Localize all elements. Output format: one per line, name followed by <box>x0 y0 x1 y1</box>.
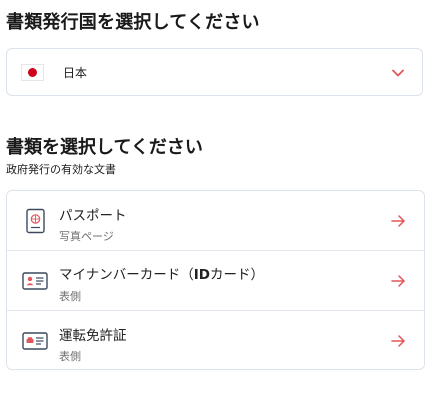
document-option-subtitle: 表側 <box>59 350 81 363</box>
issuing-country-heading: 書類発行国を選択してください <box>6 12 260 33</box>
arrow-right-icon <box>391 335 405 347</box>
document-type-heading: 書類を選択してください <box>6 137 203 158</box>
document-option-passport[interactable]: パスポート 写真ページ <box>7 191 424 251</box>
document-option-my-number-card[interactable]: マイナンバーカード（IDカード） 表側 <box>7 250 424 310</box>
document-option-label: パスポート <box>59 208 127 224</box>
document-option-subtitle: 表側 <box>59 290 81 303</box>
document-type-subheading: 政府発行の有効な文書 <box>6 163 116 176</box>
arrow-right-icon <box>391 215 405 227</box>
chevron-down-icon[interactable] <box>391 66 405 80</box>
country-select[interactable]: 日本 <box>6 48 423 96</box>
selected-country: 日本 <box>63 65 88 80</box>
document-list: パスポート 写真ページ マイナンバーカード（IDカード） 表側 運転免許証 表側 <box>6 190 425 370</box>
japan-flag-icon <box>21 63 44 81</box>
passport-icon <box>26 208 45 234</box>
document-option-label: 運転免許証 <box>59 328 127 344</box>
arrow-right-icon <box>391 275 405 287</box>
document-option-label: マイナンバーカード（IDカード） <box>59 267 264 283</box>
document-option-subtitle: 写真ページ <box>59 230 114 243</box>
id-card-icon <box>22 272 48 290</box>
drivers-license-icon <box>22 332 48 350</box>
document-option-drivers-license[interactable]: 運転免許証 表側 <box>7 310 424 370</box>
